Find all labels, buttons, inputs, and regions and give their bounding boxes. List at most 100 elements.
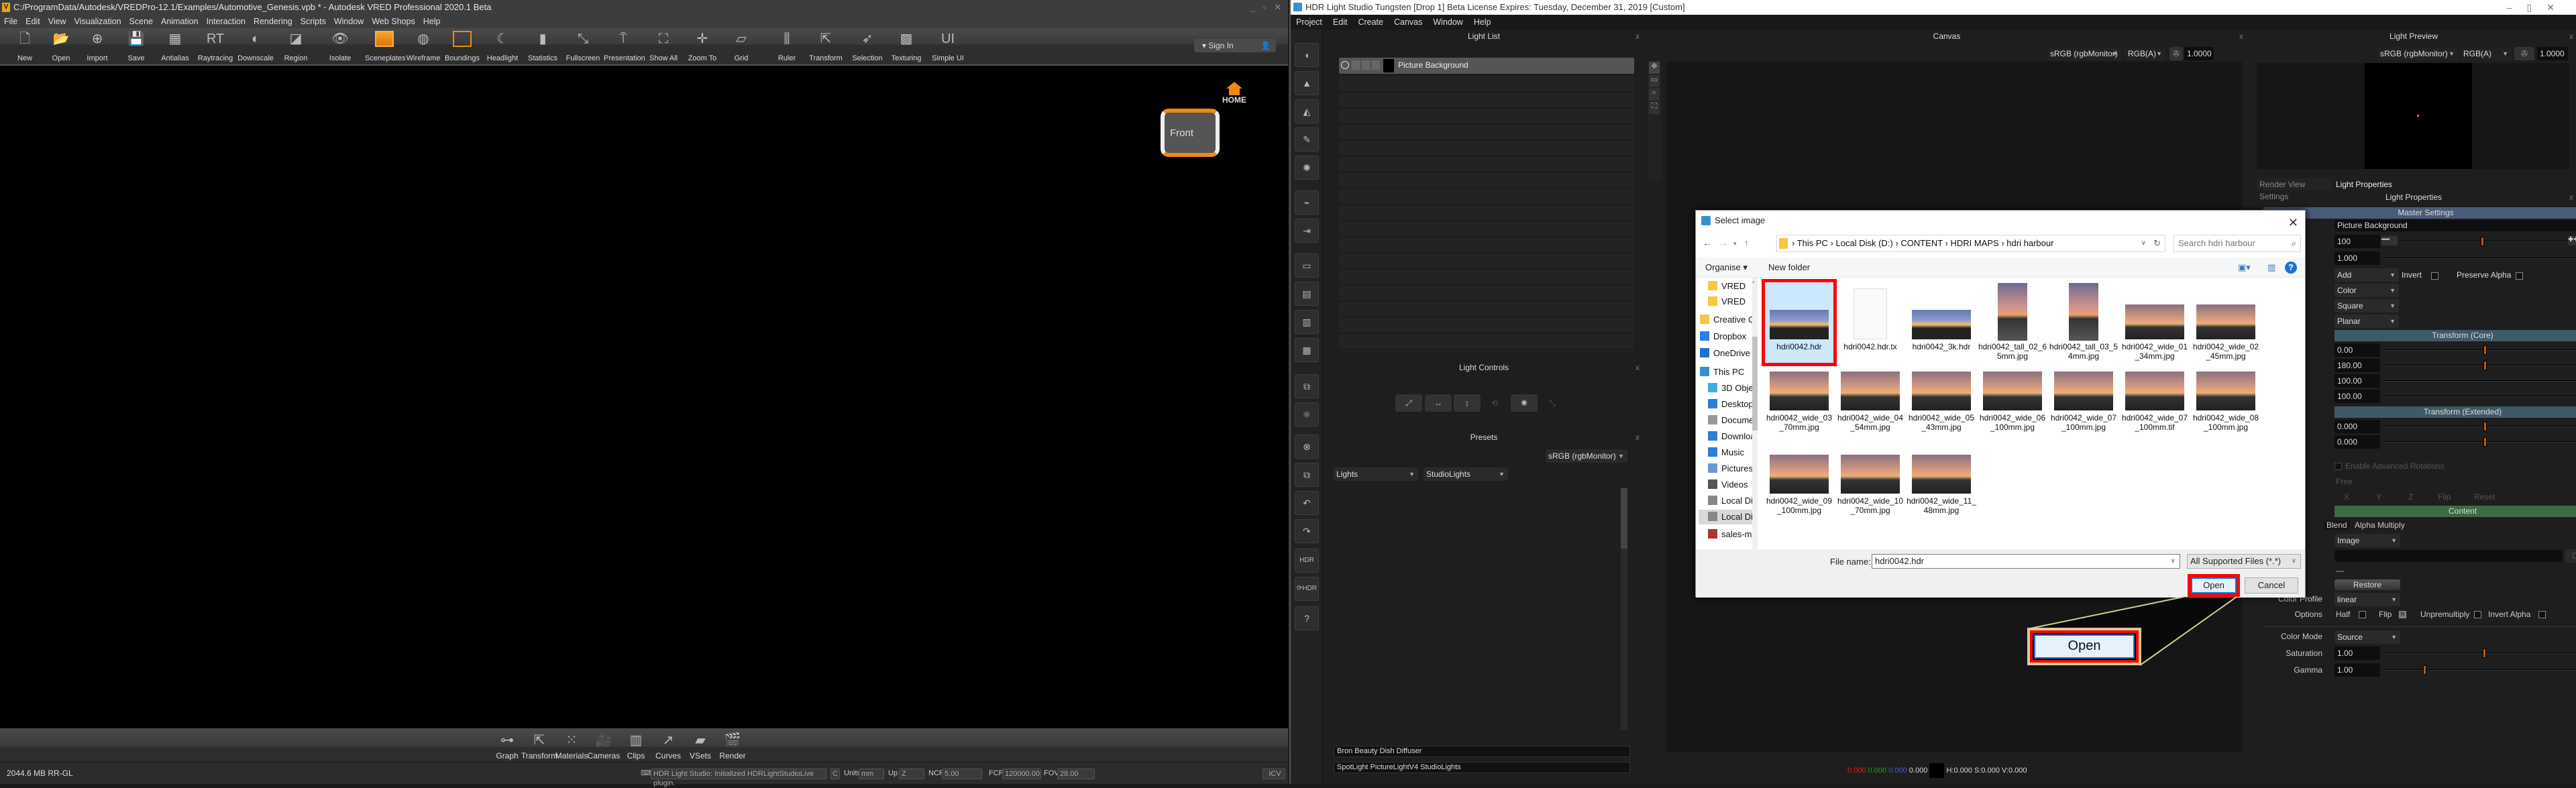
nav-item-local-disk-d-[interactable]: Local Disk (D:): [1699, 510, 1758, 524]
rotate-y-button[interactable]: Y: [2376, 492, 2381, 502]
toolbar-downscale-button[interactable]: ◐ Downscale: [236, 28, 275, 64]
light-select-icon[interactable]: [1362, 60, 1370, 70]
spot-light-tool-icon[interactable]: ▲: [1295, 71, 1319, 95]
toolbar-new-button[interactable]: 🗋 New: [5, 28, 44, 64]
dialog-close-icon[interactable]: ✕: [2288, 213, 2298, 233]
hdrls-menu-edit[interactable]: Edit: [1333, 17, 1348, 27]
light-list-close-icon[interactable]: x: [1635, 30, 1640, 43]
console-clear-button[interactable]: C: [830, 769, 840, 779]
hdr-refresh-icon[interactable]: ⟳HDR: [1295, 577, 1319, 601]
width-control-icon[interactable]: ↔: [1425, 394, 1452, 412]
toolbar-antialias-button[interactable]: ▦ Antialias: [156, 28, 195, 64]
vred-menu-visualization[interactable]: Visualization: [74, 17, 121, 26]
nav-item-documents[interactable]: Documents: [1708, 413, 1758, 428]
canvas-colorspace-select[interactable]: sRGB (rgbMonitor) ▼: [2047, 47, 2121, 60]
option-flip-checkbox-checked[interactable]: ✕: [2399, 611, 2406, 618]
transform-ext-1-slider-knob[interactable]: [2483, 437, 2487, 447]
option-half-checkbox[interactable]: [2359, 611, 2366, 618]
light-controls-close-icon[interactable]: x: [1635, 361, 1640, 374]
vred-menu-edit[interactable]: Edit: [25, 17, 40, 26]
rotate-control-icon[interactable]: ⟲: [1483, 394, 1507, 412]
light-properties-close-icon[interactable]: x: [2569, 190, 2573, 204]
canvas-close-icon[interactable]: x: [2239, 30, 2243, 43]
toolbar-show-all-button[interactable]: ⛶ Show All: [644, 28, 683, 64]
brightness-slider-knob[interactable]: [2481, 237, 2484, 246]
undo-icon[interactable]: ↶: [1295, 491, 1319, 515]
light-mapping-select[interactable]: Planar ▼: [2334, 315, 2399, 328]
duplicate-light-icon[interactable]: ⧉: [1295, 463, 1319, 487]
vred-menu-help[interactable]: Help: [423, 17, 441, 26]
light-on-toggle-icon[interactable]: [1341, 61, 1349, 69]
preview-view[interactable]: [2257, 63, 2569, 169]
help-icon[interactable]: ?: [1295, 606, 1319, 630]
canvas-select-icon[interactable]: ▭: [1649, 75, 1660, 87]
transform-core-width-slider[interactable]: [2383, 380, 2576, 382]
nav-item-dropbox[interactable]: Dropbox: [1700, 329, 1746, 344]
file-item[interactable]: hdri0042_wide_07_100mm.tif: [2120, 366, 2190, 448]
option-invert-alpha-checkbox[interactable]: [2538, 611, 2546, 618]
organise-menu[interactable]: Organise ▾: [1705, 258, 1748, 278]
canvas-fit-icon[interactable]: ⛶: [1649, 102, 1660, 114]
transform-core-offset-x-input[interactable]: 0.00: [2334, 343, 2380, 357]
file-item[interactable]: hdri0042_wide_02_45mm.jpg: [2191, 283, 2261, 365]
file-type-select[interactable]: All Supported Files (*.*) ∨: [2187, 554, 2301, 569]
nav-item-music[interactable]: Music: [1708, 445, 1744, 460]
gamma-input[interactable]: 1.00: [2334, 663, 2380, 677]
canvas-exposure-icon[interactable]: ✇: [2169, 47, 2183, 60]
console-output[interactable]: HDR Light Studio: Initialized HDRLightSt…: [651, 769, 826, 787]
transform-core-rotation-input[interactable]: 180.00: [2334, 359, 2380, 372]
light-type-select[interactable]: Color ▼: [2334, 284, 2399, 297]
hdrls-menu-create[interactable]: Create: [1358, 17, 1383, 27]
light-list-item[interactable]: Picture Background: [1339, 58, 1634, 74]
presets-close-icon[interactable]: x: [1635, 431, 1640, 444]
toolbar-open-button[interactable]: 📂 Open: [42, 28, 80, 64]
height-control-icon[interactable]: ↕: [1454, 394, 1481, 412]
transform-ext-0-slider-knob[interactable]: [2483, 422, 2487, 431]
toolbar-raytracing-button[interactable]: RT Raytracing: [196, 28, 235, 64]
canvas-move-icon[interactable]: ✥: [1649, 62, 1660, 74]
saturation-slider-knob[interactable]: [2483, 649, 2486, 658]
file-name-dropdown-icon[interactable]: ∨: [2171, 555, 2176, 568]
toolbar-texturing-button[interactable]: ▩ Texturing: [887, 28, 926, 64]
light-lock-icon[interactable]: [1372, 60, 1380, 70]
vred-3d-viewport[interactable]: Front HOME: [0, 64, 1288, 728]
transform-core-rotation-slider[interactable]: [2383, 361, 2576, 370]
invert-checkbox[interactable]: [2431, 272, 2438, 280]
file-item[interactable]: hdri0042_3k.hdr: [1907, 283, 1976, 365]
file-item[interactable]: hdri0042_wide_01_34mm.jpg: [2120, 283, 2190, 365]
file-item[interactable]: hdri0042_wide_11_48mm.jpg: [1907, 449, 1976, 531]
layout-5-icon[interactable]: ⧉: [1295, 374, 1319, 398]
nav-item-creative-cloud-fil[interactable]: Creative Cloud Fil: [1700, 313, 1758, 327]
file-item[interactable]: hdri0042_tall_02_65mm.jpg: [1978, 283, 2047, 365]
navigation-pane-scrollbar[interactable]: ^: [1752, 278, 1758, 549]
search-input[interactable]: Search hdri harbour ⌕: [2174, 235, 2301, 252]
nav-item-pictures[interactable]: Pictures: [1708, 461, 1753, 476]
transform-core-rotation-slider-knob[interactable]: [2483, 361, 2487, 370]
icv-button[interactable]: ICV: [1263, 769, 1285, 779]
home-button[interactable]: HOME: [1222, 82, 1246, 105]
transform-ext-0-slider[interactable]: [2383, 422, 2576, 431]
color-mode-select[interactable]: Source ▼: [2334, 630, 2400, 644]
toolbar-boundings-button[interactable]: ▯ Boundings: [443, 28, 482, 64]
nav-item-downloads[interactable]: Downloads: [1708, 429, 1758, 444]
breadcrumb-item[interactable]: hdri harbour: [2006, 238, 2053, 248]
view-options-icon[interactable]: ▣▾: [2238, 258, 2251, 278]
file-item[interactable]: hdri0042.hdr.tx: [1835, 283, 1905, 365]
vred-menu-file[interactable]: File: [4, 17, 17, 26]
breadcrumb-item[interactable]: This PC: [1797, 238, 1828, 248]
up-axis-select[interactable]: Z: [899, 769, 924, 779]
canvas-zoom-icon[interactable]: ⌕: [1649, 89, 1660, 101]
back-arrow-icon[interactable]: ←: [1703, 237, 1712, 248]
transform-core-offset-x-slider-knob[interactable]: [2483, 345, 2487, 355]
fov-input[interactable]: 28.00: [1057, 769, 1095, 779]
preview-exposure-value[interactable]: 1.0000: [2537, 47, 2568, 60]
toolbar-sceneplates-button[interactable]: ■ Sceneplates: [365, 28, 406, 64]
recent-locations-icon[interactable]: ▾: [1733, 240, 1737, 247]
section-master-settings[interactable]: Master Settings: [2263, 207, 2576, 219]
brightness-input[interactable]: 100: [2334, 235, 2380, 248]
fcp-input[interactable]: 120000.00: [1002, 769, 1041, 779]
layout-2-icon[interactable]: ▤: [1295, 282, 1319, 306]
module-render-button[interactable]: 🎬 Render: [712, 728, 753, 762]
layout-4-icon[interactable]: ▦: [1295, 338, 1319, 362]
vred-menu-view[interactable]: View: [48, 17, 66, 26]
